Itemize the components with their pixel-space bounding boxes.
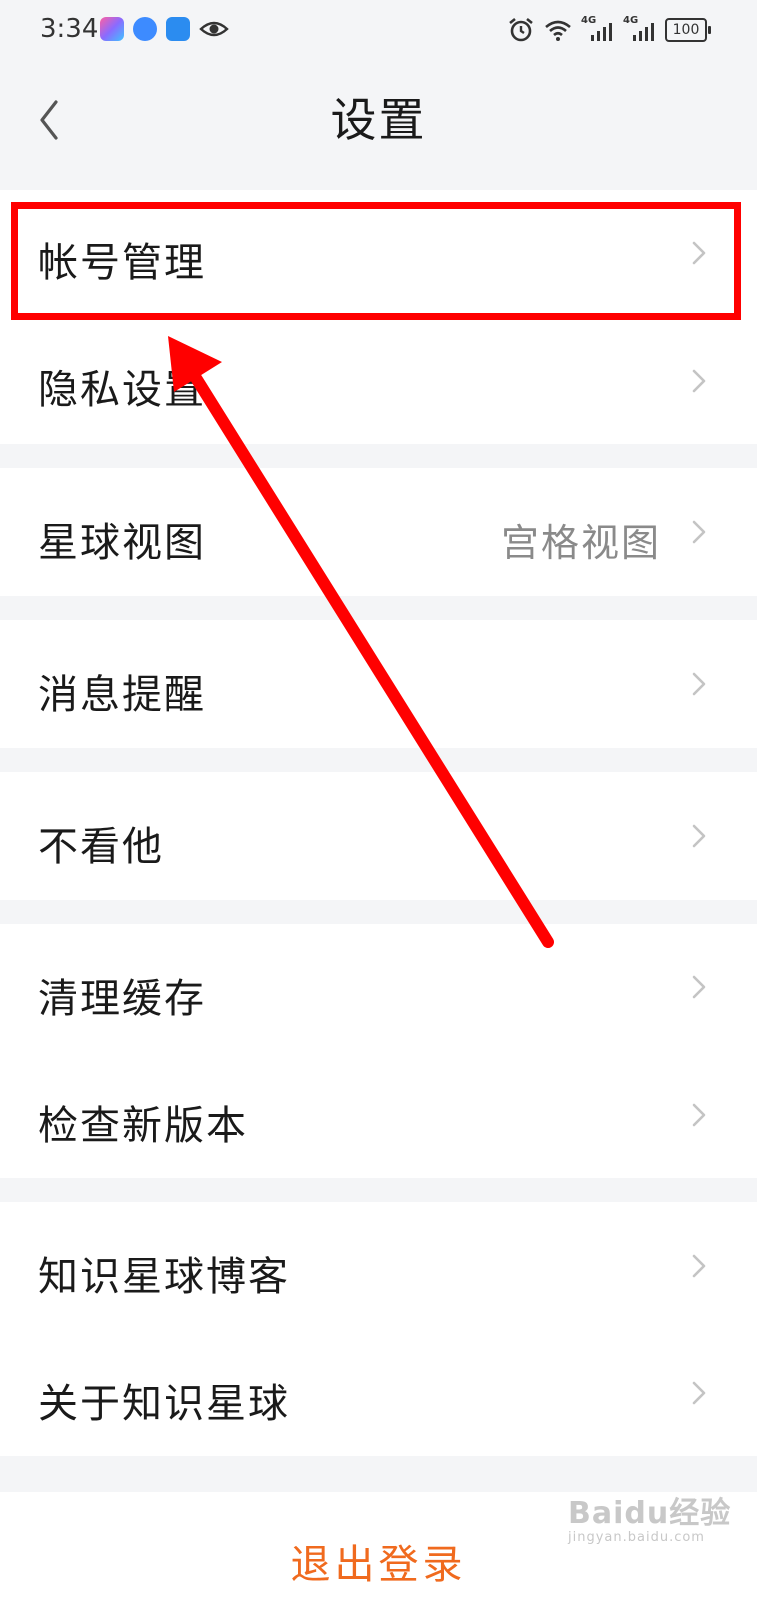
network-type-label: 4G xyxy=(581,15,597,26)
eye-icon xyxy=(199,21,229,37)
row-blog[interactable]: 知识星球博客 xyxy=(0,1202,757,1329)
chevron-right-icon xyxy=(692,369,706,393)
chevron-right-icon xyxy=(692,1254,706,1278)
row-clear-cache[interactable]: 清理缓存 xyxy=(0,924,757,1051)
row-label: 知识星球博客 xyxy=(38,1254,290,1300)
row-hide-user[interactable]: 不看他 xyxy=(0,772,757,900)
chevron-right-icon xyxy=(692,824,706,848)
chevron-right-icon xyxy=(692,1381,706,1405)
network-type-label: 4G xyxy=(623,15,639,26)
row-label: 消息提醒 xyxy=(38,672,206,718)
browser-notification-icon xyxy=(133,17,157,41)
planet-view-value: 宫格视图 xyxy=(500,521,661,565)
wifi-icon xyxy=(545,20,571,41)
app-notification-icon xyxy=(100,17,124,41)
row-account-management[interactable]: 帐号管理 xyxy=(0,190,757,317)
settings-group-app: 清理缓存 检查新版本 xyxy=(0,924,757,1178)
chevron-right-icon xyxy=(692,672,706,696)
settings-group-about: 知识星球博客 关于知识星球 xyxy=(0,1202,757,1456)
watermark: Baidu经验 jingyan.baidu.com xyxy=(568,1488,731,1545)
cloud-notification-icon xyxy=(166,17,190,41)
row-label: 清理缓存 xyxy=(38,976,206,1022)
notification-icons xyxy=(100,17,229,41)
chevron-right-icon xyxy=(692,1103,706,1127)
row-label: 不看他 xyxy=(38,824,164,870)
settings-group-notifications: 消息提醒 xyxy=(0,620,757,748)
row-label: 检查新版本 xyxy=(38,1103,248,1149)
settings-group-hide: 不看他 xyxy=(0,772,757,900)
row-label: 隐私设置 xyxy=(38,367,206,413)
chevron-right-icon xyxy=(692,975,706,999)
status-indicators: 4G 4G 100 xyxy=(507,15,711,44)
watermark-url: jingyan.baidu.com xyxy=(568,1530,705,1545)
chevron-right-icon xyxy=(692,241,706,265)
cellular-signal-icon: 4G xyxy=(581,15,615,43)
watermark-logo: Baidu经验 xyxy=(568,1496,732,1531)
row-message-notifications[interactable]: 消息提醒 xyxy=(0,620,757,748)
battery-icon: 100 xyxy=(665,18,711,42)
settings-group-account: 帐号管理 隐私设置 xyxy=(0,190,757,444)
row-label: 关于知识星球 xyxy=(38,1381,290,1427)
chevron-right-icon xyxy=(692,520,706,544)
row-check-update[interactable]: 检查新版本 xyxy=(0,1051,757,1178)
settings-group-view: 星球视图 宫格视图 xyxy=(0,468,757,596)
cellular-signal-icon: 4G xyxy=(623,15,657,43)
alarm-icon xyxy=(509,17,533,42)
row-about[interactable]: 关于知识星球 xyxy=(0,1329,757,1456)
row-label: 帐号管理 xyxy=(38,240,206,286)
row-privacy-settings[interactable]: 隐私设置 xyxy=(0,317,757,444)
status-time: 3:34 xyxy=(40,14,99,44)
row-label: 星球视图 xyxy=(38,520,206,566)
row-planet-view[interactable]: 星球视图 宫格视图 xyxy=(0,468,757,596)
page-title: 设置 xyxy=(330,93,427,147)
status-bar: 3:34 4G 4G 100 xyxy=(0,0,757,66)
